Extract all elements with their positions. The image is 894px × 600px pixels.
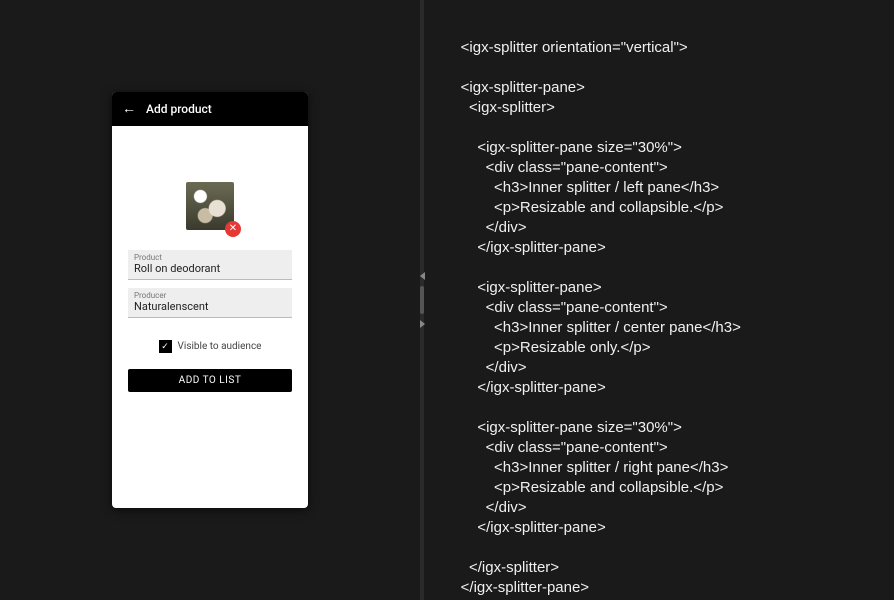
product-field-label: Product — [134, 253, 286, 262]
product-field-value: Roll on deodorant — [134, 262, 286, 275]
code-snippet: <igx-splitter orientation="vertical"> <i… — [444, 39, 741, 596]
mobile-mockup: ← Add product ✕ Product Roll on deodoran… — [112, 92, 308, 508]
checkbox-checked-icon[interactable]: ✓ — [159, 340, 172, 353]
add-to-list-button[interactable]: ADD TO LIST — [128, 369, 292, 392]
splitter-left-pane: ← Add product ✕ Product Roll on deodoran… — [0, 0, 420, 600]
product-field[interactable]: Product Roll on deodorant — [128, 250, 292, 280]
split-view-root: ← Add product ✕ Product Roll on deodoran… — [0, 0, 894, 600]
mobile-appbar: ← Add product — [112, 92, 308, 126]
remove-image-icon[interactable]: ✕ — [225, 221, 241, 237]
mobile-body: ✕ Product Roll on deodorant Producer Nat… — [112, 126, 308, 508]
producer-field-value: Naturalenscent — [134, 300, 286, 313]
visibility-label: Visible to audience — [178, 341, 262, 352]
back-arrow-icon[interactable]: ← — [122, 102, 136, 116]
product-image-wrap: ✕ — [186, 182, 234, 230]
visibility-checkbox-row[interactable]: ✓ Visible to audience — [159, 340, 262, 353]
splitter-right-pane[interactable]: <igx-splitter orientation="vertical"> <i… — [424, 0, 894, 600]
producer-field-label: Producer — [134, 291, 286, 300]
producer-field[interactable]: Producer Naturalenscent — [128, 288, 292, 318]
mobile-title: Add product — [146, 102, 212, 116]
